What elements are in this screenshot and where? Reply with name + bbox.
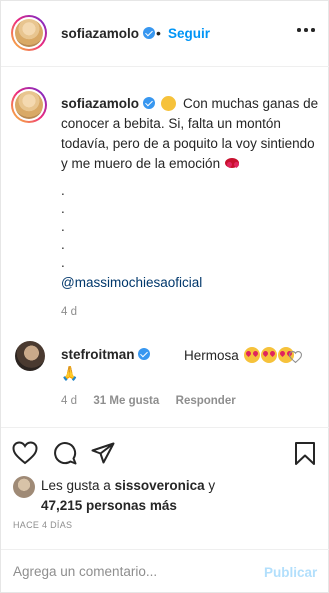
avatar[interactable] bbox=[15, 19, 43, 47]
comment-meta: 4 d 31 Me gusta Responder bbox=[61, 395, 236, 407]
follow-button[interactable]: Seguir bbox=[168, 26, 210, 41]
mention-link[interactable]: @massimochiesaoficial bbox=[61, 275, 202, 290]
divider bbox=[1, 427, 329, 428]
more-options-icon[interactable] bbox=[297, 28, 315, 34]
comment-input[interactable] bbox=[13, 564, 243, 579]
caption-timestamp[interactable]: 4 d bbox=[61, 306, 77, 318]
liker-avatar[interactable] bbox=[13, 476, 35, 498]
post-header: sofiazamolo • Seguir bbox=[1, 1, 329, 67]
likes-others-link[interactable]: 47,215 personas más bbox=[41, 498, 177, 513]
save-bookmark-icon[interactable] bbox=[294, 441, 316, 466]
lips-emoji-icon bbox=[224, 158, 239, 168]
verified-badge-icon bbox=[142, 27, 155, 39]
likes-summary: Les gusta a sissoveronica y 47,215 perso… bbox=[41, 478, 216, 513]
comment-bar: Publicar bbox=[1, 549, 329, 593]
smiling-emoji-icon bbox=[160, 96, 176, 111]
verified-badge-icon bbox=[138, 348, 151, 360]
comment-timestamp[interactable]: 4 d bbox=[61, 395, 77, 407]
caption-avatar[interactable] bbox=[15, 91, 43, 119]
praying-hands-emoji-icon: 🙏 bbox=[61, 365, 79, 381]
comment-text: Hermosa bbox=[184, 347, 294, 363]
caption-dot: . bbox=[61, 201, 65, 216]
caption-dot: . bbox=[61, 255, 65, 270]
comment-like-heart-icon[interactable] bbox=[289, 351, 302, 363]
like-heart-icon[interactable] bbox=[12, 441, 38, 465]
comment-icon[interactable] bbox=[53, 441, 77, 465]
caption-dot: . bbox=[61, 237, 65, 252]
comment-username[interactable]: stefroitman bbox=[61, 347, 151, 362]
liker-username[interactable]: sissoveronica bbox=[115, 478, 205, 493]
caption-dot: . bbox=[61, 219, 65, 234]
caption-dot: . bbox=[61, 183, 65, 198]
post-date[interactable]: HACE 4 DÍAS bbox=[13, 520, 72, 530]
separator-dot: • bbox=[156, 25, 161, 41]
share-direct-icon[interactable] bbox=[91, 442, 115, 464]
reply-button[interactable]: Responder bbox=[176, 395, 236, 407]
verified-badge-icon bbox=[142, 97, 155, 109]
caption-username[interactable]: sofiazamolo bbox=[61, 96, 176, 111]
heart-eyes-emoji-icon bbox=[243, 347, 260, 363]
heart-eyes-emoji-icon bbox=[260, 347, 277, 363]
header-username[interactable]: sofiazamolo bbox=[61, 26, 155, 41]
post-panel: sofiazamolo • Seguir Con muchas ganas de… bbox=[0, 0, 329, 593]
publish-button[interactable]: Publicar bbox=[264, 565, 317, 580]
commenter-avatar[interactable] bbox=[15, 341, 45, 371]
comment-likes-count[interactable]: 31 Me gusta bbox=[93, 395, 159, 407]
